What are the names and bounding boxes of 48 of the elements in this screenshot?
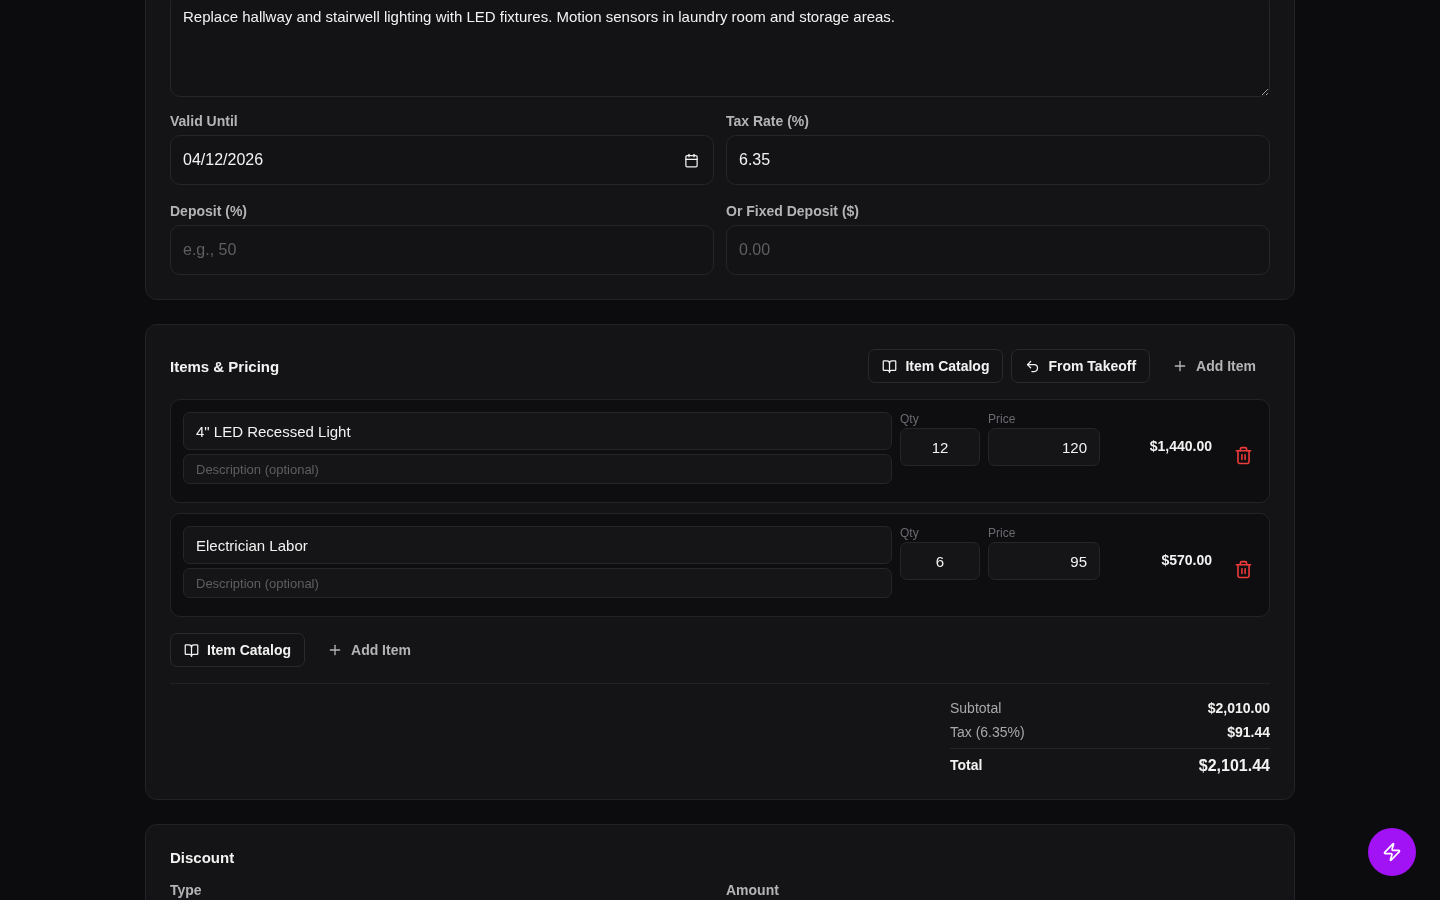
field-label: Price — [988, 526, 1017, 540]
field-label: Or Fixed Deposit ($) — [726, 203, 861, 219]
total-label: Subtotal — [950, 700, 1002, 716]
book-icon — [882, 358, 898, 374]
line-amount: $1,440.00 — [1148, 437, 1212, 456]
book-icon — [184, 642, 199, 658]
calendar-icon[interactable] — [684, 152, 699, 168]
input-field[interactable]: 0.00 — [727, 226, 1269, 274]
item-catalog-button[interactable]: Item Catalog — [170, 633, 305, 667]
quantity-field[interactable]: 12 — [900, 428, 980, 466]
add-item-button[interactable]: Add Item — [1158, 349, 1270, 383]
trash-icon — [1234, 560, 1253, 579]
field-label: Tax Rate (%) — [726, 113, 810, 129]
from-takeoff-button[interactable]: From Takeoff — [1011, 349, 1151, 383]
delete-button[interactable] — [1234, 560, 1253, 580]
field-label: Type — [170, 882, 203, 898]
price-field[interactable]: 120 — [988, 428, 1100, 466]
section-title: Items & Pricing — [170, 357, 280, 375]
section-title: Discount — [170, 849, 236, 866]
return-arrow-icon — [1025, 358, 1041, 374]
item-catalog-button[interactable]: Item Catalog — [868, 349, 1004, 383]
quantity-field[interactable]: 6 — [900, 542, 980, 580]
delete-button[interactable] — [1234, 446, 1253, 466]
price-field[interactable]: 95 — [988, 542, 1100, 580]
description-field[interactable]: Replace hallway and stairwell lighting with LED fixtures. Motion sensors in laundry room and storage areas. — [170, 0, 1270, 97]
item-description-field[interactable]: Description (optional) — [183, 454, 892, 484]
field-label: Valid Until — [170, 113, 239, 129]
line-amount: $570.00 — [1160, 551, 1212, 570]
input-field[interactable]: 6.35 — [727, 136, 1269, 184]
add-item-button[interactable]: Add Item — [313, 633, 425, 667]
total-value: $2,101.44 — [1198, 757, 1270, 775]
item-description-field[interactable]: Description (optional) — [183, 568, 892, 598]
plus-icon — [327, 642, 343, 658]
field-label: Amount — [726, 882, 780, 898]
trash-icon — [1234, 446, 1253, 465]
item-name-field[interactable]: 4" LED Recessed Light — [183, 412, 892, 450]
item-name-field[interactable]: Electrician Labor — [183, 526, 892, 564]
input-field[interactable]: e.g., 50 — [171, 226, 713, 274]
total-label: Tax (6.35%) — [950, 724, 1025, 740]
total-value: $2,010.00 — [1207, 700, 1270, 716]
lightning-icon — [1382, 842, 1402, 862]
field-label: Qty — [900, 412, 920, 426]
total-value: $91.44 — [1227, 724, 1270, 740]
field-label: Price — [988, 412, 1017, 426]
field-label: Qty — [900, 526, 920, 540]
quick-action-button[interactable] — [1368, 828, 1416, 876]
field-label: Deposit (%) — [170, 203, 248, 219]
total-label: Total — [950, 757, 983, 773]
